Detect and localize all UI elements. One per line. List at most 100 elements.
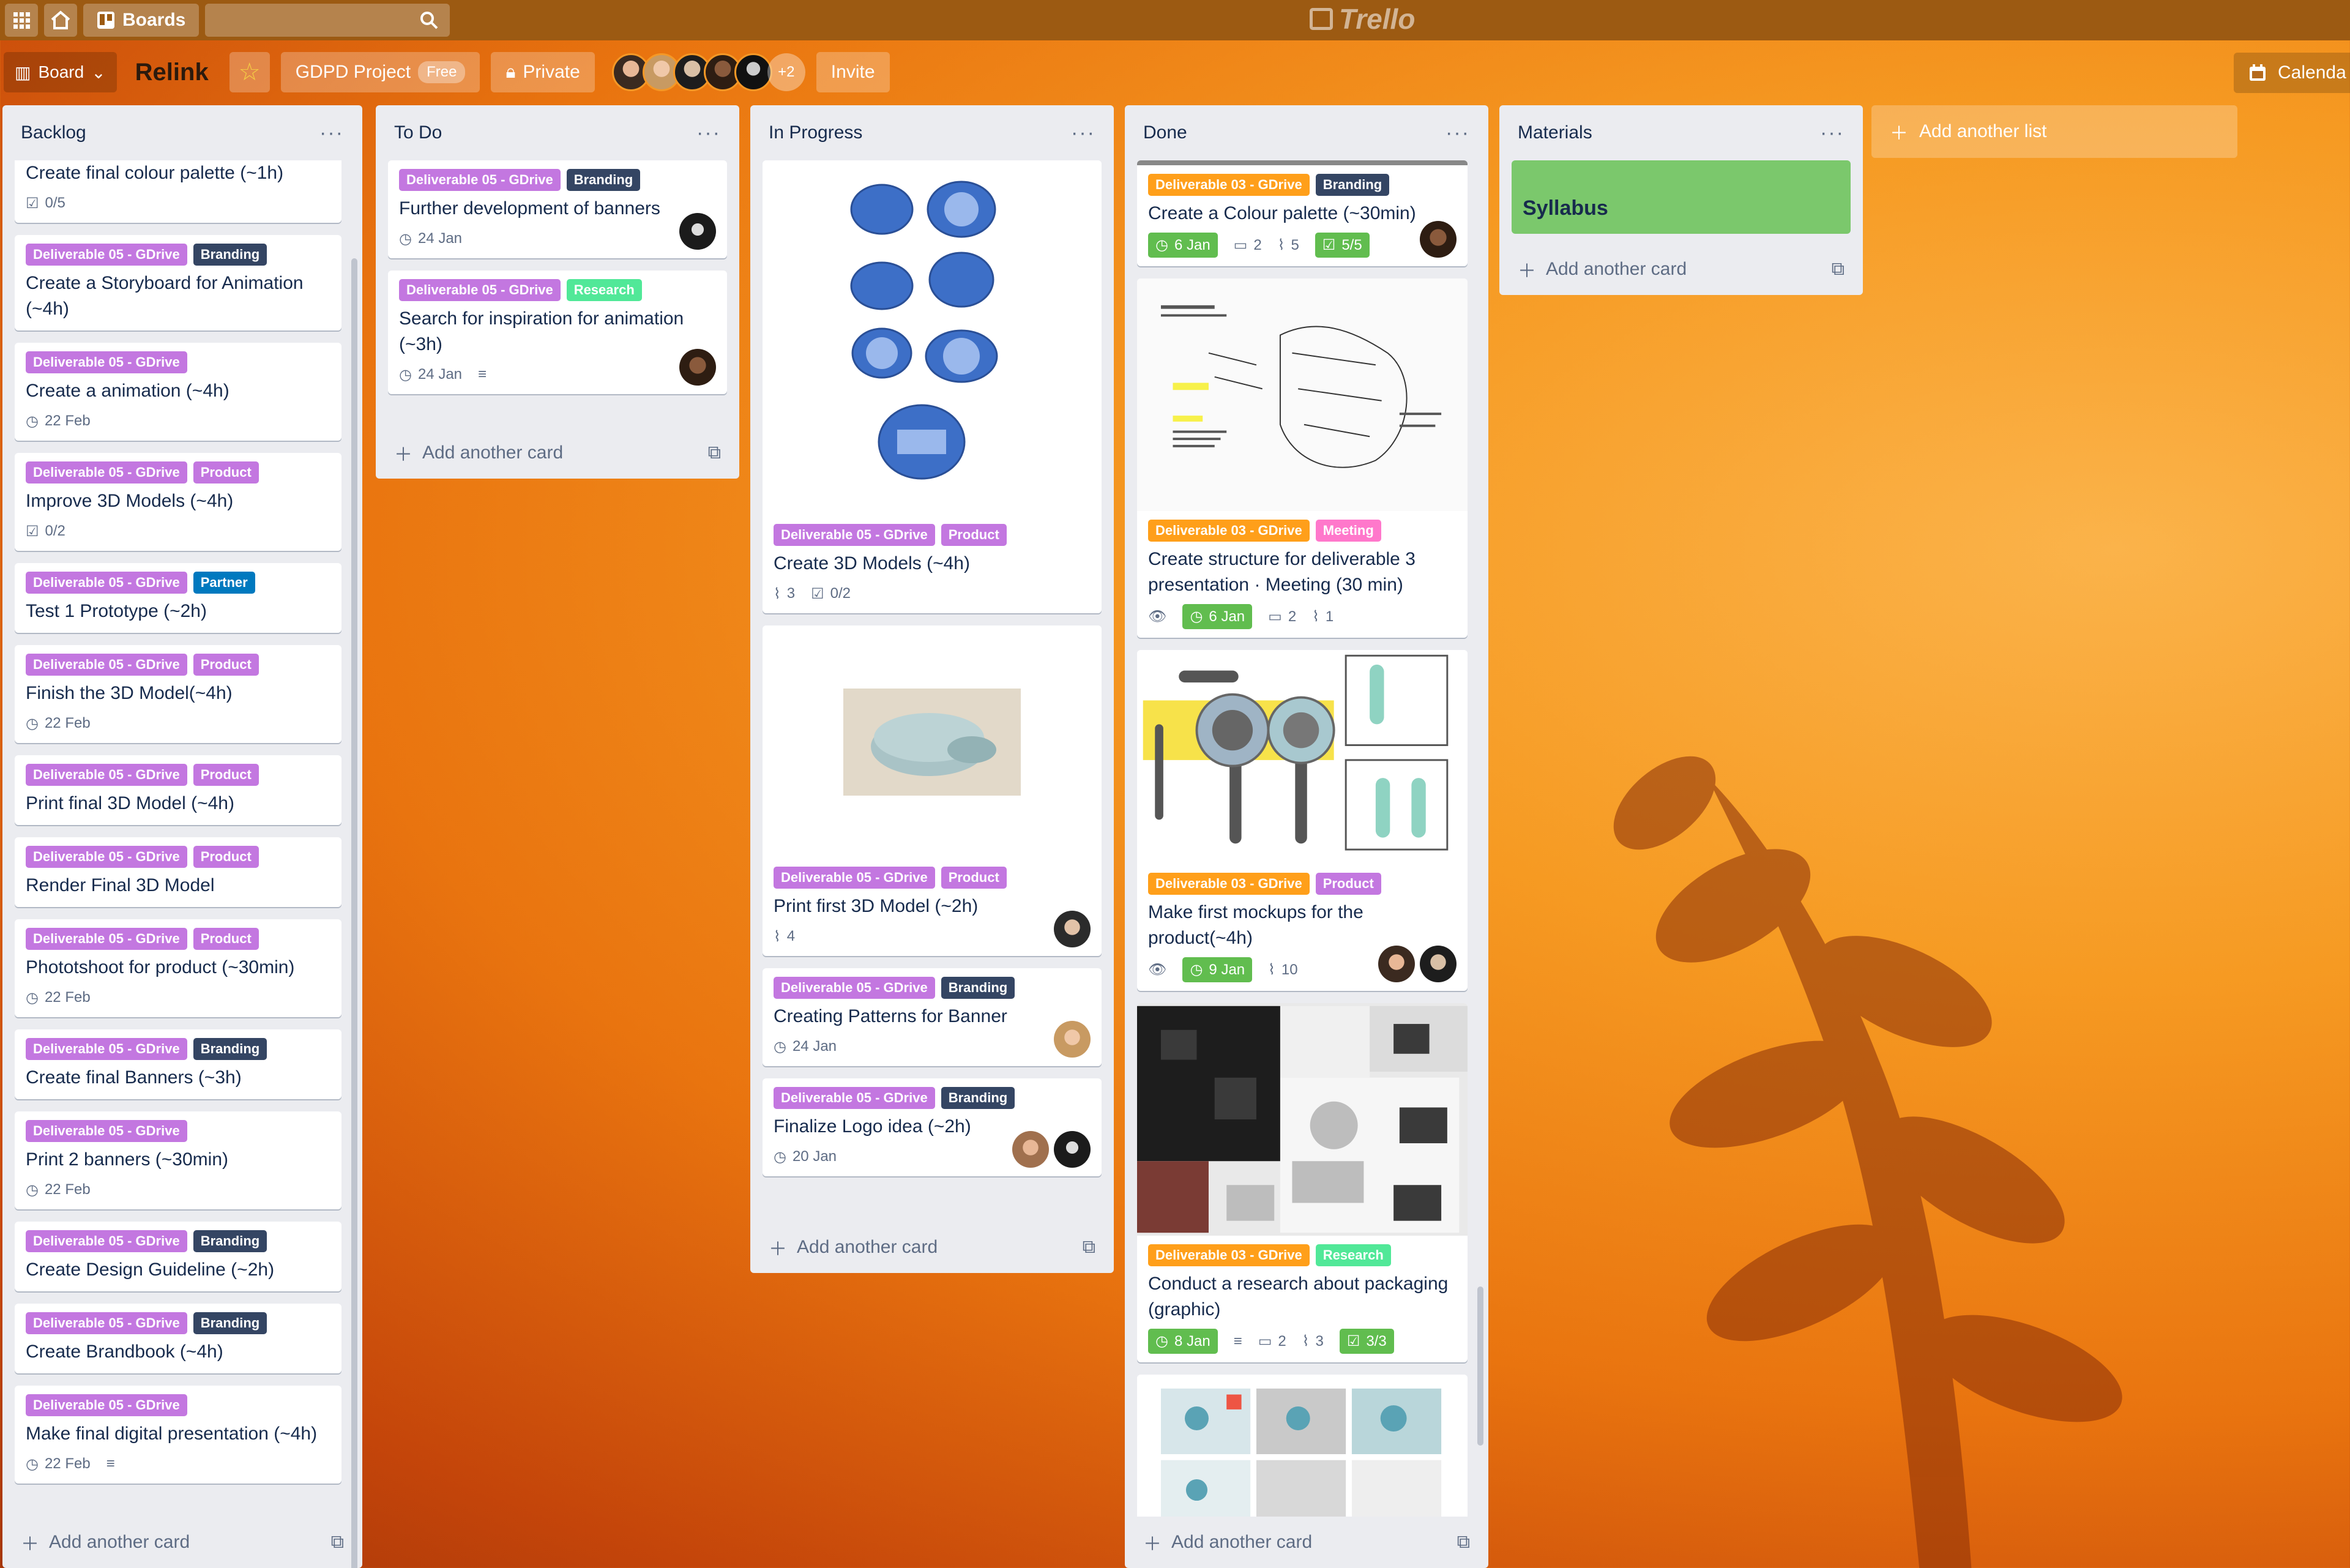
- card[interactable]: Deliverable 03 - GDrive Branding Create a…: [1137, 160, 1468, 266]
- board-view-switcher[interactable]: ▥ Board ⌄: [4, 52, 117, 92]
- due-date-complete-badge[interactable]: ◷ 6 Jan: [1148, 233, 1218, 258]
- label[interactable]: Product: [1315, 873, 1381, 895]
- card-template-icon[interactable]: ⧉: [1083, 1237, 1095, 1258]
- label[interactable]: Deliverable 05 - GDrive: [774, 1087, 935, 1109]
- card[interactable]: [1137, 1375, 1468, 1517]
- label[interactable]: Branding: [193, 1312, 267, 1334]
- label[interactable]: Product: [193, 654, 259, 676]
- label[interactable]: Branding: [1315, 174, 1390, 196]
- label[interactable]: Meeting: [1315, 520, 1381, 542]
- card[interactable]: Deliverable 05 - GDrive Branding Finalize…: [763, 1078, 1102, 1176]
- visibility-button[interactable]: 🔒︎ Private: [491, 52, 595, 92]
- label[interactable]: Deliverable 05 - GDrive: [774, 977, 935, 999]
- label[interactable]: Deliverable 05 - GDrive: [26, 1312, 187, 1334]
- due-date-complete-badge[interactable]: ◷ 9 Jan: [1182, 957, 1253, 982]
- card[interactable]: Deliverable 05 - GDrive Branding Create D…: [15, 1222, 341, 1291]
- label[interactable]: Branding: [193, 1038, 267, 1060]
- label[interactable]: Branding: [193, 1230, 267, 1252]
- label[interactable]: Deliverable 05 - GDrive: [774, 524, 935, 546]
- list-title[interactable]: In Progress: [769, 122, 862, 143]
- list-menu-button[interactable]: ···: [1820, 121, 1845, 145]
- card-template-icon[interactable]: ⧉: [1832, 259, 1845, 280]
- card[interactable]: Deliverable 05 - GDrive Make final digit…: [15, 1386, 341, 1484]
- card[interactable]: Deliverable 05 - GDrive Research Search f…: [388, 271, 727, 394]
- label[interactable]: Deliverable 05 - GDrive: [26, 654, 187, 676]
- label[interactable]: Deliverable 05 - GDrive: [26, 1230, 187, 1252]
- card[interactable]: Deliverable 05 - GDrive Product Print fin…: [15, 755, 341, 825]
- board-title[interactable]: Relink: [135, 59, 209, 86]
- card[interactable]: Deliverable 05 - GDrive Print 2 banners …: [15, 1111, 341, 1209]
- card-template-icon[interactable]: ⧉: [1457, 1532, 1470, 1553]
- card[interactable]: Create final colour palette (~1h) ☑ 0/5: [15, 160, 341, 223]
- star-board-button[interactable]: ☆: [229, 52, 270, 92]
- label[interactable]: Deliverable 03 - GDrive: [1148, 873, 1310, 895]
- label[interactable]: Deliverable 05 - GDrive: [26, 351, 187, 373]
- card[interactable]: Deliverable 05 - GDrive Product Improve 3…: [15, 453, 341, 551]
- label[interactable]: Deliverable 05 - GDrive: [26, 1120, 187, 1142]
- label[interactable]: Deliverable 05 - GDrive: [26, 1038, 187, 1060]
- label[interactable]: Partner: [193, 572, 255, 594]
- workspace-button[interactable]: GDPD Project Free: [280, 52, 480, 92]
- card[interactable]: Deliverable 03 - GDrive Research Conduct …: [1137, 1003, 1468, 1362]
- label[interactable]: Deliverable 05 - GDrive: [399, 279, 561, 301]
- member-avatar[interactable]: [679, 213, 716, 250]
- list-menu-button[interactable]: ···: [1071, 121, 1095, 145]
- list-scrollbar[interactable]: [351, 258, 357, 1568]
- label[interactable]: Branding: [193, 244, 267, 266]
- member-avatar[interactable]: [734, 53, 772, 91]
- label[interactable]: Deliverable 03 - GDrive: [1148, 174, 1310, 196]
- apps-menu-button[interactable]: [5, 4, 38, 37]
- label[interactable]: Product: [941, 867, 1007, 889]
- list-scrollbar[interactable]: [1477, 1286, 1483, 1446]
- add-card-button[interactable]: ＋ Add another card ⧉: [1137, 1517, 1476, 1568]
- card[interactable]: Deliverable 05 - GDrive Product Phototsho…: [15, 919, 341, 1017]
- label[interactable]: Product: [193, 928, 259, 950]
- card[interactable]: Deliverable 05 - GDrive Product Create 3D…: [763, 160, 1102, 613]
- add-card-button[interactable]: ＋ Add another card ⧉: [763, 1222, 1102, 1273]
- add-list-button[interactable]: ＋ Add another list: [1871, 105, 2237, 158]
- list-title[interactable]: Materials: [1518, 122, 1592, 143]
- card[interactable]: Deliverable 05 - GDrive Create a animati…: [15, 343, 341, 441]
- label[interactable]: Deliverable 05 - GDrive: [399, 169, 561, 191]
- card[interactable]: Deliverable 05 - GDrive Branding Create a…: [15, 235, 341, 330]
- syllabus-card[interactable]: Syllabus: [1512, 160, 1851, 234]
- label[interactable]: Deliverable 05 - GDrive: [26, 928, 187, 950]
- add-card-button[interactable]: ＋ Add another card ⧉: [1512, 244, 1851, 295]
- add-card-button[interactable]: ＋ Add another card ⧉: [388, 427, 727, 479]
- label[interactable]: Branding: [566, 169, 641, 191]
- card-template-icon[interactable]: ⧉: [708, 442, 721, 463]
- label[interactable]: Branding: [941, 1087, 1015, 1109]
- member-avatar[interactable]: [1420, 946, 1457, 982]
- search-input[interactable]: [205, 4, 450, 37]
- label[interactable]: Deliverable 05 - GDrive: [26, 764, 187, 786]
- label[interactable]: Deliverable 05 - GDrive: [774, 867, 935, 889]
- label[interactable]: Research: [566, 279, 642, 301]
- calendar-power-up-button[interactable]: Calenda: [2234, 53, 2350, 93]
- label[interactable]: Product: [941, 524, 1007, 546]
- card[interactable]: Deliverable 05 - GDrive Partner Test 1 Pr…: [15, 563, 341, 633]
- list-title[interactable]: Done: [1143, 122, 1187, 143]
- card[interactable]: Deliverable 05 - GDrive Product Finish th…: [15, 645, 341, 743]
- label[interactable]: Product: [193, 461, 259, 483]
- card[interactable]: Deliverable 05 - GDrive Product Render Fi…: [15, 837, 341, 907]
- member-avatar[interactable]: [1378, 946, 1415, 982]
- list-menu-button[interactable]: ···: [696, 121, 721, 145]
- invite-button[interactable]: Invite: [816, 52, 890, 92]
- card[interactable]: Deliverable 05 - GDrive Branding Create f…: [15, 1029, 341, 1099]
- member-avatar[interactable]: [1420, 221, 1457, 258]
- member-avatar[interactable]: [1054, 1021, 1091, 1058]
- boards-button[interactable]: Boards: [83, 4, 200, 37]
- card[interactable]: Deliverable 05 - GDrive Branding Create B…: [15, 1304, 341, 1373]
- label[interactable]: Deliverable 05 - GDrive: [26, 244, 187, 266]
- member-avatar[interactable]: [1012, 1131, 1049, 1168]
- label[interactable]: Deliverable 05 - GDrive: [26, 572, 187, 594]
- card[interactable]: Deliverable 05 - GDrive Product Print fir…: [763, 625, 1102, 956]
- label[interactable]: Research: [1315, 1244, 1391, 1266]
- more-members-badge[interactable]: +2: [767, 53, 805, 91]
- label[interactable]: Product: [193, 764, 259, 786]
- list-menu-button[interactable]: ···: [319, 121, 344, 145]
- card-template-icon[interactable]: ⧉: [331, 1532, 344, 1553]
- card[interactable]: Deliverable 05 - GDrive Branding Further …: [388, 160, 727, 258]
- card[interactable]: Deliverable 03 - GDrive Product Make firs…: [1137, 650, 1468, 991]
- home-button[interactable]: [44, 4, 77, 37]
